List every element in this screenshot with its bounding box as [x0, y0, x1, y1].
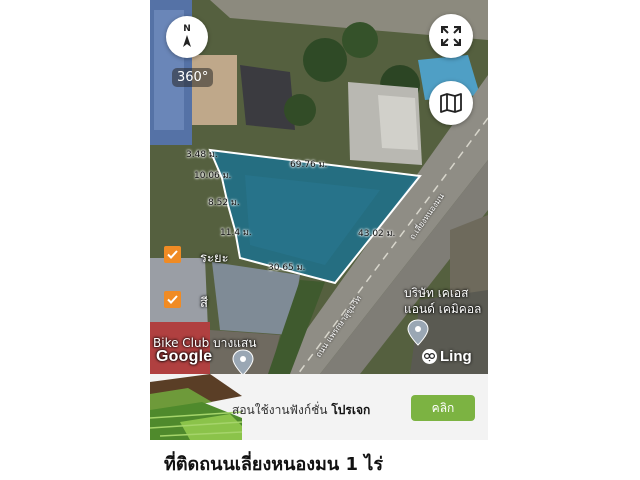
- owl-logo-icon: [422, 349, 437, 364]
- farmland-illustration: [150, 374, 242, 440]
- dimension-label: 43.02 ม.: [358, 229, 396, 239]
- dimension-label: 30.65 ม.: [268, 263, 306, 273]
- compass-icon: [183, 35, 191, 47]
- tutorial-banner[interactable]: สอนใช้งานฟังก์ชั่น โปรเจก คลิก: [150, 374, 488, 440]
- distance-checkbox-label: ระยะ: [200, 251, 229, 266]
- compass-north-label: N: [183, 24, 191, 34]
- banner-click-button[interactable]: คลิก: [411, 395, 475, 421]
- compass-button[interactable]: N: [166, 16, 208, 58]
- color-checkbox[interactable]: [164, 291, 181, 308]
- google-logo: Google: [156, 348, 213, 365]
- satellite-map[interactable]: N 360° 3.48 ม. 69.76 ม. 10.06 ม. 8.52 ม.…: [150, 0, 488, 374]
- dimension-label: 3.48 ม.: [186, 150, 218, 160]
- banner-text-bold: โปรเจก: [331, 403, 371, 417]
- place-label-company-line2[interactable]: แอนด์ เคมิคอล: [404, 300, 481, 319]
- fullscreen-button[interactable]: [429, 14, 473, 58]
- dimension-label: 11.4 ม.: [220, 228, 252, 238]
- brand-name: Ling: [440, 348, 472, 365]
- distance-checkbox[interactable]: [164, 246, 181, 263]
- fullscreen-icon: [441, 26, 461, 46]
- color-checkbox-label: สี: [200, 296, 208, 311]
- map-layers-button[interactable]: [429, 81, 473, 125]
- dimension-label: 8.52 ม.: [208, 198, 240, 208]
- dimension-label: 10.06 ม.: [194, 171, 232, 181]
- check-icon: [167, 295, 178, 304]
- banner-text-prefix: สอนใช้งานฟังก์ชั่น: [232, 403, 328, 417]
- check-icon: [167, 250, 178, 259]
- dimension-label: 69.76 ม.: [290, 160, 328, 170]
- street-view-360-button[interactable]: 360°: [172, 68, 214, 87]
- map-layers-icon: [440, 93, 462, 113]
- banner-text: สอนใช้งานฟังก์ชั่น โปรเจก: [232, 401, 370, 420]
- app-screen: N 360° 3.48 ม. 69.76 ม. 10.06 ม. 8.52 ม.…: [150, 0, 488, 480]
- listing-title: ที่ติดถนนเลี่ยงหนองมน 1 ไร่: [164, 454, 383, 475]
- ling-brand: Ling: [422, 348, 472, 365]
